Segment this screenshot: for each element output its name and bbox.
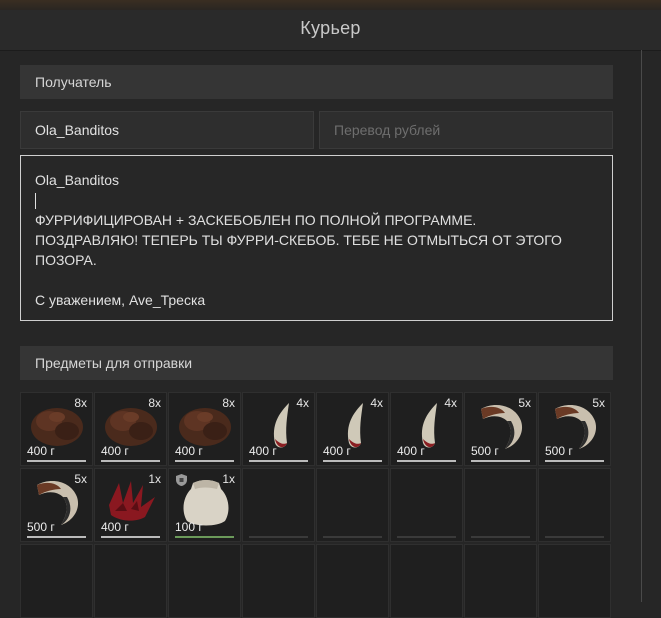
item-quantity: 1x [222,472,235,486]
message-line: ФУРРИФИЦИРОВАН + ЗАСКЕБОБЛЕН ПО ПОЛНОЙ П… [35,212,477,228]
message-line [35,270,598,290]
item-weight: 100 г [175,520,203,534]
item-weight: 500 г [27,520,55,534]
item-slot[interactable]: 5x 500 г [20,468,93,542]
item-slot[interactable]: 1x 100 г [168,468,241,542]
slot-bar [249,536,308,538]
item-weight: 400 г [101,444,129,458]
title-bar: Курьер [0,10,661,51]
empty-slot[interactable] [242,468,315,542]
window-title: Курьер [300,18,361,38]
item-slot[interactable]: 5x 500 г [464,392,537,466]
empty-slot[interactable] [464,468,537,542]
item-slot[interactable]: 4x 400 г [390,392,463,466]
recipient-field[interactable]: Ola_Banditos [20,111,314,149]
text-caret [35,193,36,210]
item-condition-bar [471,460,530,462]
item-slot[interactable]: 5x 500 г [538,392,611,466]
item-slot[interactable]: 4x 400 г [316,392,389,466]
item-slot[interactable]: 8x 400 г [20,392,93,466]
item-quantity: 4x [296,396,309,410]
slot-bar [397,536,456,538]
item-quantity: 8x [74,396,87,410]
message-textarea[interactable]: Ola_Banditos ФУРРИФИЦИРОВАН + ЗАСКЕБОБЛЕ… [20,155,613,321]
slot-bar [545,536,604,538]
empty-slot[interactable] [316,544,389,618]
item-weight: 400 г [27,444,55,458]
item-weight: 400 г [249,444,277,458]
item-condition-bar [545,460,604,462]
item-quantity: 5x [592,396,605,410]
item-slot[interactable]: 8x 400 г [94,392,167,466]
empty-slot[interactable] [316,468,389,542]
slot-bar [323,536,382,538]
item-condition-bar [101,536,160,538]
item-quantity: 1x [148,472,161,486]
item-slot[interactable]: 4x 400 г [242,392,315,466]
empty-slot[interactable] [94,544,167,618]
item-condition-bar [101,460,160,462]
item-slot[interactable]: 8x 400 г [168,392,241,466]
empty-slot[interactable] [168,544,241,618]
item-weight: 400 г [397,444,425,458]
item-condition-bar [175,536,234,538]
item-condition-bar [27,460,86,462]
message-line-caret [35,190,598,210]
item-weight: 400 г [323,444,351,458]
lock-shield-icon [175,473,188,487]
item-slot[interactable]: 1x 400 г [94,468,167,542]
item-quantity: 8x [222,396,235,410]
item-quantity: 5x [518,396,531,410]
item-quantity: 4x [444,396,457,410]
empty-slot[interactable] [464,544,537,618]
item-weight: 400 г [175,444,203,458]
item-weight: 500 г [545,444,573,458]
top-strip [0,0,661,10]
empty-slot[interactable] [538,468,611,542]
message-line: ПОЗОРА. [35,252,97,268]
item-condition-bar [175,460,234,462]
item-weight: 400 г [101,520,129,534]
message-line: С уважением, Ave_Треска [35,292,206,308]
empty-slot[interactable] [390,544,463,618]
items-section-header: Предметы для отправки [20,346,613,380]
item-condition-bar [323,460,382,462]
item-quantity: 4x [370,396,383,410]
empty-slot[interactable] [390,468,463,542]
item-condition-bar [27,536,86,538]
empty-slot[interactable] [20,544,93,618]
item-weight: 500 г [471,444,499,458]
slot-bar [471,536,530,538]
item-quantity: 8x [148,396,161,410]
item-condition-bar [249,460,308,462]
item-quantity: 5x [74,472,87,486]
ruble-transfer-field[interactable]: Перевод рублей [319,111,613,149]
message-line: Ola_Banditos [35,172,120,188]
scrollbar-track[interactable] [641,50,642,602]
message-line: ПОЗДРАВЛЯЮ! ТЕПЕРЬ ТЫ ФУРРИ-СКЕБОБ. ТЕБЕ… [35,232,562,248]
item-condition-bar [397,460,456,462]
empty-slot[interactable] [538,544,611,618]
empty-slot[interactable] [242,544,315,618]
recipient-section-header: Получатель [20,65,613,99]
